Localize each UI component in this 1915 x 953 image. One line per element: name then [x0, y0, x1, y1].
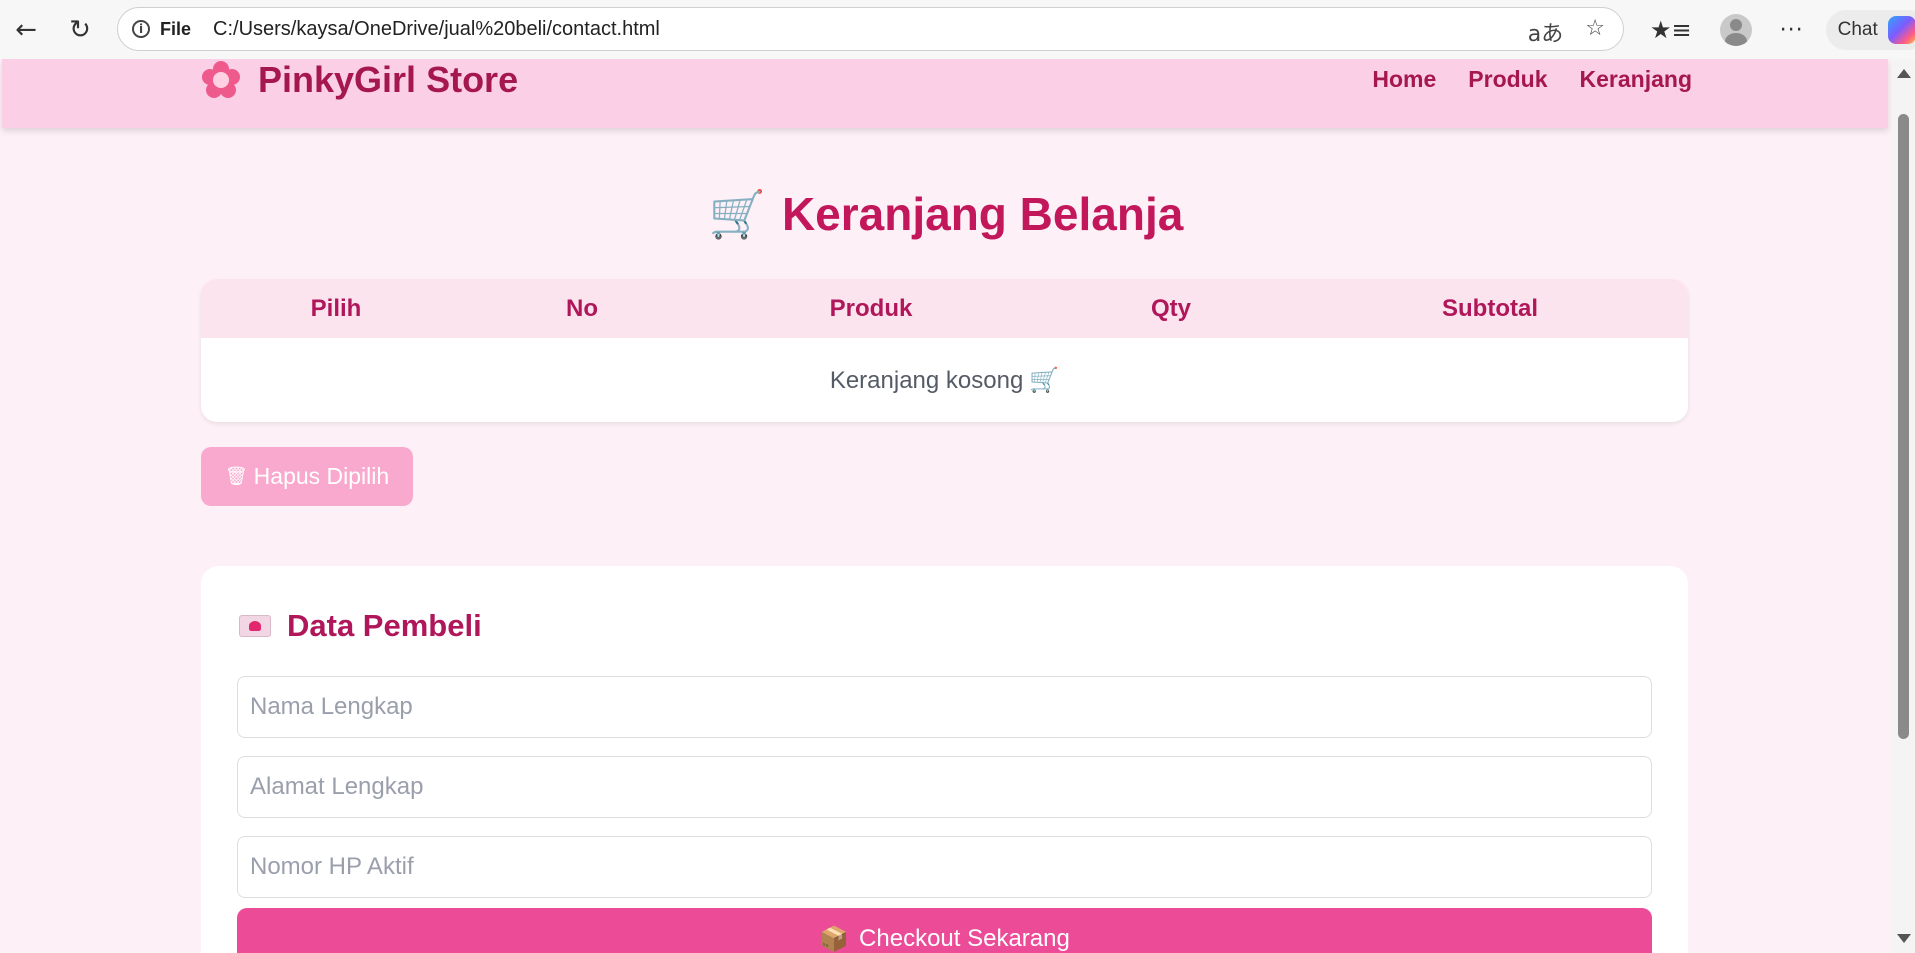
column-no: No — [566, 295, 598, 322]
copilot-icon — [1887, 16, 1915, 44]
address-url[interactable]: C:/Users/kaysa/OneDrive/jual%20beli/cont… — [213, 18, 660, 41]
address-bar[interactable]: i File C:/Users/kaysa/OneDrive/jual%20be… — [117, 7, 1624, 51]
browser-toolbar: ← ↻ i File C:/Users/kaysa/OneDrive/jual%… — [0, 0, 1915, 59]
address-field[interactable] — [237, 756, 1652, 818]
delete-selected-button[interactable]: 🗑 Hapus Dipilih — [201, 447, 413, 506]
love-letter-icon — [239, 615, 271, 637]
column-subtotal: Subtotal — [1442, 295, 1538, 322]
buyer-form-title: Data Pembeli — [239, 608, 482, 644]
cart-empty-text: Keranjang kosong — [829, 367, 1024, 394]
nav-home[interactable]: Home — [1372, 66, 1436, 93]
scrollbar-thumb[interactable] — [1898, 114, 1909, 739]
nav-keranjang[interactable]: Keranjang — [1580, 66, 1692, 93]
chat-button[interactable]: Chat — [1825, 10, 1915, 50]
read-aloud-icon[interactable]: aあ — [1528, 16, 1563, 48]
column-pilih: Pilih — [310, 295, 362, 322]
package-icon: 📦 — [819, 925, 850, 953]
scroll-down-arrow-icon[interactable] — [1897, 934, 1911, 943]
profile-avatar[interactable] — [1719, 14, 1752, 46]
page-title-text: Keranjang Belanja — [781, 188, 1184, 240]
shopping-cart-icon: 🛒 — [1029, 366, 1060, 394]
name-field[interactable] — [237, 676, 1652, 738]
site-nav: Home Produk Keranjang — [1372, 59, 1692, 100]
buyer-form-title-text: Data Pembeli — [287, 608, 482, 643]
back-arrow-icon[interactable]: ← — [6, 10, 46, 50]
page-title: 🛒 Keranjang Belanja — [0, 187, 1892, 242]
page-scrollbar[interactable] — [1892, 59, 1915, 953]
trash-icon: 🗑 — [224, 466, 248, 487]
star-icon[interactable]: ☆ — [1585, 16, 1605, 48]
nav-produk[interactable]: Produk — [1468, 66, 1547, 93]
favorites-icon[interactable]: ★≡ — [1650, 16, 1692, 44]
phone-field[interactable] — [237, 836, 1652, 898]
address-scheme-label: File — [160, 18, 192, 39]
cart-table: Pilih No Produk Qty Subtotal Keranjang k… — [201, 279, 1688, 422]
scroll-up-arrow-icon[interactable] — [1897, 69, 1911, 78]
reload-icon[interactable]: ↻ — [60, 10, 100, 50]
checkout-button[interactable]: 📦 Checkout Sekarang — [237, 908, 1652, 953]
checkout-label: Checkout Sekarang — [859, 925, 1070, 952]
more-options-icon[interactable]: ··· — [1780, 18, 1804, 43]
column-qty: Qty — [1150, 295, 1192, 322]
shopping-cart-icon: 🛒 — [708, 187, 766, 241]
buyer-form-card: Data Pembeli 📦 Checkout Sekarang — [201, 566, 1688, 953]
cart-empty-row: Keranjang kosong 🛒 — [201, 338, 1688, 422]
info-icon[interactable]: i — [132, 20, 150, 38]
site-header: PinkyGirl Store Home Produk Keranjang — [2, 59, 1888, 128]
column-produk: Produk — [829, 295, 913, 322]
cart-table-header: Pilih No Produk Qty Subtotal — [201, 279, 1688, 338]
brand-name: PinkyGirl Store — [258, 59, 519, 100]
brand[interactable]: PinkyGirl Store — [202, 59, 518, 100]
delete-selected-label: Hapus Dipilih — [253, 463, 390, 489]
flower-icon — [202, 60, 240, 99]
page-viewport: PinkyGirl Store Home Produk Keranjang 🛒 K… — [0, 59, 1892, 953]
chat-label: Chat — [1837, 19, 1878, 40]
